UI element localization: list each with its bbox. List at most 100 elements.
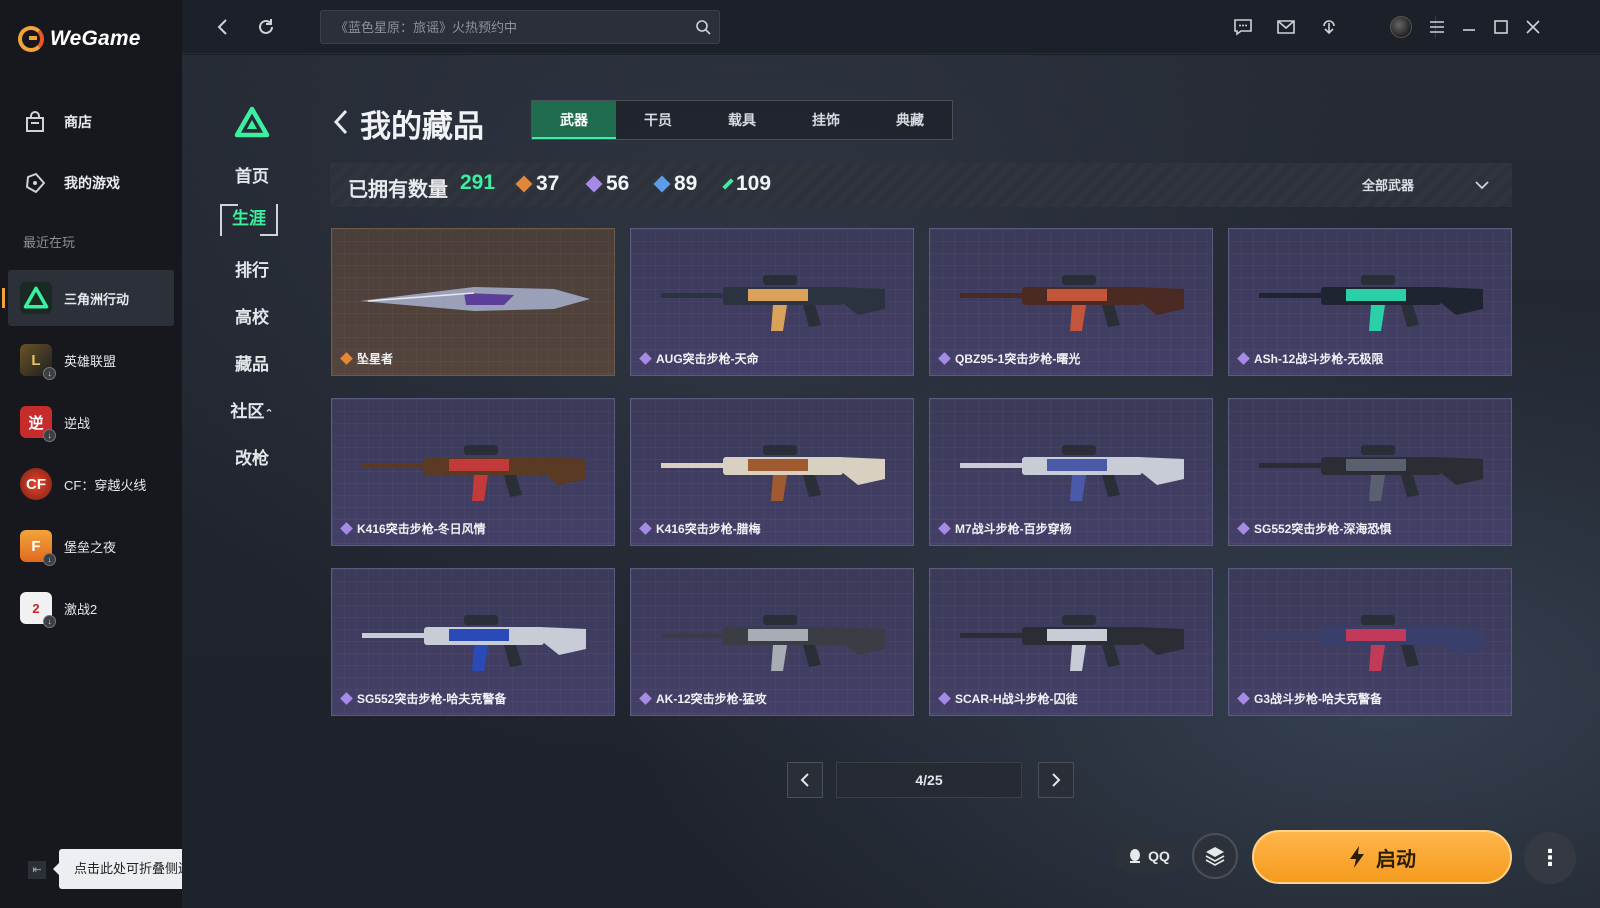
weapon-name-text: 坠星者	[357, 352, 394, 366]
rarity-diamond-icon	[938, 692, 951, 705]
green-diamond-icon	[722, 178, 734, 190]
main-content: 首页 生涯 排行 高校 藏品 社区⌃ 改枪 我的藏品 武器 干员 载具 挂饰 典…	[182, 55, 1600, 908]
rarity-count-blue: 89	[653, 172, 697, 196]
game-item-league-of-legends[interactable]: L ↓ 英雄联盟	[8, 332, 174, 388]
rifle-image	[960, 275, 1184, 331]
rarity-diamond-icon	[1237, 352, 1250, 365]
game-nav-career[interactable]: 生涯	[220, 204, 278, 236]
weapon-card[interactable]: QBZ95-1突击步枪-曙光	[929, 228, 1213, 376]
app-sidebar: WeGame 商店 我的游戏 最近在玩 三角洲行动 L ↓ 英雄联盟 逆 ↓ 逆战 …	[0, 0, 219, 908]
game-nav-home[interactable]: 首页	[212, 162, 292, 187]
weapon-card[interactable]: SG552突击步枪-哈夫克警备	[331, 568, 615, 716]
sidebar-item-my-games[interactable]: 我的游戏	[22, 170, 120, 196]
more-options-button[interactable]: ⋮	[1524, 832, 1576, 884]
wegame-logo[interactable]: WeGame	[18, 24, 141, 54]
weapon-card[interactable]: AUG突击步枪-天命	[630, 228, 914, 376]
qq-button[interactable]: QQ	[1114, 839, 1184, 873]
sidebar-item-store[interactable]: 商店	[22, 109, 92, 135]
game-item-crossfire[interactable]: CF CF：穿越火线	[8, 456, 174, 512]
game-nav-collection[interactable]: 藏品	[212, 350, 292, 375]
rifle-image	[1259, 275, 1483, 331]
close-button[interactable]	[1520, 14, 1546, 40]
rarity-count-value: 37	[536, 172, 560, 195]
weapon-name-text: AUG突击步枪-天命	[656, 352, 759, 366]
tab-collectibles[interactable]: 典藏	[868, 101, 952, 139]
game-nav-ranking[interactable]: 排行	[212, 256, 292, 281]
weapon-name: G3战斗步枪-哈夫克警备	[1237, 690, 1382, 707]
game-item-delta-force[interactable]: 三角洲行动	[2, 270, 174, 326]
game-item-guild-wars-2[interactable]: 2 ↓ 激战2	[8, 580, 174, 636]
prev-page-button[interactable]	[787, 762, 823, 798]
avatar[interactable]	[1390, 16, 1412, 38]
game-nav-community[interactable]: 社区⌃	[212, 397, 292, 422]
weapon-card[interactable]: 坠星者	[331, 228, 615, 376]
chat-bubble-icon	[1234, 19, 1252, 36]
chevron-left-icon	[217, 19, 227, 35]
page-title: 我的藏品	[360, 109, 484, 144]
game-nav-gunsmith[interactable]: 改枪	[212, 444, 292, 469]
chat-button[interactable]	[1230, 14, 1256, 40]
weapon-card[interactable]: SG552突击步枪-深海恐惧	[1228, 398, 1512, 546]
weapon-card[interactable]: SCAR-H战斗步枪-囚徒	[929, 568, 1213, 716]
orange-diamond-icon	[515, 175, 533, 193]
weapon-name-text: M7战斗步枪-百步穿杨	[955, 522, 1072, 536]
layers-icon	[1205, 847, 1225, 866]
weapon-name: 坠星者	[340, 350, 394, 367]
gamepad-icon	[26, 173, 45, 193]
mail-button[interactable]	[1273, 14, 1299, 40]
refresh-button[interactable]	[253, 14, 279, 40]
league-of-legends-icon: L ↓	[20, 344, 56, 380]
fortnite-icon: F ↓	[20, 530, 56, 566]
weapon-filter-dropdown[interactable]: 全部武器	[1362, 175, 1490, 194]
weapon-name: M7战斗步枪-百步穿杨	[938, 520, 1072, 537]
maximize-button[interactable]	[1488, 14, 1514, 40]
minimize-button[interactable]	[1456, 14, 1482, 40]
weapon-card[interactable]: AK-12突击步枪-猛攻	[630, 568, 914, 716]
collapse-sidebar-icon[interactable]: ⇤	[28, 861, 46, 879]
back-nav-button[interactable]	[210, 14, 236, 40]
game-item-nizhan[interactable]: 逆 ↓ 逆战	[8, 394, 174, 450]
page-back-icon[interactable]	[330, 105, 352, 139]
search-icon[interactable]	[695, 19, 711, 35]
download-button[interactable]	[1316, 14, 1342, 40]
search-bar[interactable]	[320, 10, 720, 44]
tab-weapons[interactable]: 武器	[532, 101, 616, 139]
tab-vehicles[interactable]: 载具	[700, 101, 784, 139]
download-badge-icon: ↓	[43, 615, 56, 628]
launch-button[interactable]: 启动	[1252, 830, 1512, 884]
rifle-image	[960, 445, 1184, 501]
knife-image	[360, 287, 590, 311]
blue-diamond-icon	[653, 175, 671, 193]
weapon-card[interactable]: G3战斗步枪-哈夫克警备	[1228, 568, 1512, 716]
item-grid: 坠星者 AUG突击步枪-天命 QBZ95-1突击步枪-曙光 ASh-12战斗步枪…	[331, 228, 1517, 716]
delta-force-logo-icon	[234, 106, 270, 138]
rarity-diamond-icon	[340, 522, 353, 535]
game-item-fortnite[interactable]: F ↓ 堡垒之夜	[8, 518, 174, 574]
weapon-name-text: K416突击步枪-腊梅	[656, 522, 761, 536]
weapon-card[interactable]: ASh-12战斗步枪-无极限	[1228, 228, 1512, 376]
download-badge-icon: ↓	[43, 429, 56, 442]
weapon-name-text: QBZ95-1突击步枪-曙光	[955, 352, 1081, 366]
game-item-label: CF：穿越火线	[64, 477, 147, 493]
launch-label: 启动	[1376, 848, 1416, 871]
sidebar-item-label: 商店	[64, 114, 92, 130]
game-nav-college[interactable]: 高校	[212, 303, 292, 328]
weapon-name: SCAR-H战斗步枪-囚徒	[938, 690, 1078, 707]
accelerator-button[interactable]	[1192, 833, 1238, 879]
weapon-card[interactable]: M7战斗步枪-百步穿杨	[929, 398, 1213, 546]
next-page-button[interactable]	[1038, 762, 1074, 798]
rarity-diamond-icon	[1237, 692, 1250, 705]
recent-games-label: 最近在玩	[23, 235, 76, 250]
menu-button[interactable]	[1424, 14, 1450, 40]
weapon-card[interactable]: K416突击步枪-冬日风情	[331, 398, 615, 546]
game-item-label: 三角洲行动	[64, 291, 130, 307]
tab-charms[interactable]: 挂饰	[784, 101, 868, 139]
weapon-name-text: K416突击步枪-冬日风情	[357, 522, 486, 536]
weapon-name: K416突击步枪-腊梅	[639, 520, 761, 537]
owned-count-value: 291	[460, 171, 496, 194]
rarity-diamond-icon	[938, 522, 951, 535]
rarity-count-value: 109	[736, 172, 772, 195]
weapon-card[interactable]: K416突击步枪-腊梅	[630, 398, 914, 546]
tab-operators[interactable]: 干员	[616, 101, 700, 139]
search-input[interactable]	[321, 11, 681, 43]
